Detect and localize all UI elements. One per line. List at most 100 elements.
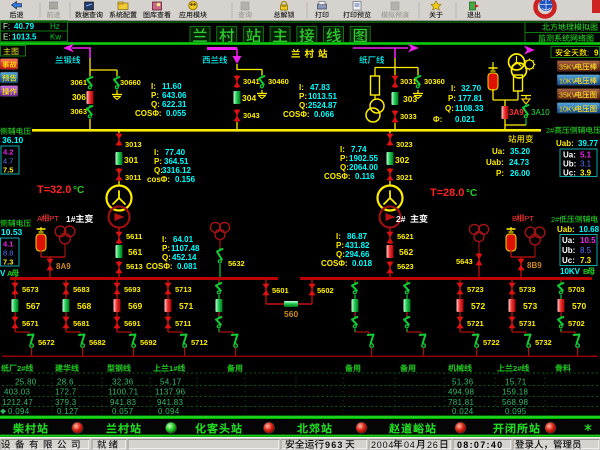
svg-text:°C: °C [466,188,477,199]
svg-text:5643: 5643 [456,257,473,266]
svg-text:5683: 5683 [73,285,90,294]
svg-text:2#: 2# [513,364,522,373]
svg-text:5672: 5672 [38,338,55,347]
svg-text:3063: 3063 [70,107,87,116]
svg-text:P:: P: [336,241,344,250]
svg-text:301: 301 [124,155,138,165]
svg-text:452.14: 452.14 [172,253,197,262]
svg-text:Uab:: Uab: [556,139,574,148]
svg-text:1100.71: 1100.71 [108,388,139,397]
svg-text:431.82: 431.82 [345,241,370,250]
svg-text:5713: 5713 [175,285,192,294]
svg-text:PT: PT [49,214,59,223]
svg-text:2524.87: 2524.87 [308,101,337,110]
svg-text:35KV: 35KV [559,92,577,100]
svg-text:Ua:: Ua: [562,236,575,245]
svg-text:Hz: Hz [50,22,60,31]
svg-text:P:: P: [496,169,504,178]
svg-text:Q:: Q: [299,101,308,110]
svg-text:3.1: 3.1 [580,160,592,169]
svg-text:5691: 5691 [124,319,141,328]
svg-text:1013.51: 1013.51 [308,92,337,101]
svg-text:64.01: 64.01 [173,235,194,244]
svg-text:P:: P: [340,154,348,163]
svg-text:0.116: 0.116 [355,172,375,181]
svg-text:941.83: 941.83 [157,398,184,407]
svg-text:3041: 3041 [243,77,260,86]
svg-text:573: 573 [523,301,537,311]
svg-text:P:: P: [448,94,456,103]
svg-text:28.6: 28.6 [57,378,74,387]
svg-text:7.3: 7.3 [580,256,592,265]
svg-text:28.0: 28.0 [443,187,464,199]
svg-text:7.74: 7.74 [351,145,367,154]
svg-text:Ua:: Ua: [563,151,576,160]
svg-text:5733: 5733 [519,285,536,294]
svg-text:0.094: 0.094 [158,407,180,416]
svg-text:403.03: 403.03 [4,388,31,397]
svg-text:7.5: 7.5 [3,166,13,175]
svg-text:941.83: 941.83 [110,398,137,407]
svg-text:30660: 30660 [120,78,141,87]
svg-text:10KV: 10KV [560,267,581,276]
svg-text:562: 562 [399,247,413,257]
svg-text:5611: 5611 [126,232,142,241]
svg-text:I:: I: [162,235,167,244]
svg-text:304: 304 [242,93,256,103]
svg-text:4.2: 4.2 [3,148,13,157]
svg-text:5671: 5671 [22,319,39,328]
svg-text:Q:: Q: [445,104,454,113]
svg-text:COSΦ:: COSΦ: [324,172,351,181]
svg-text:567: 567 [26,301,40,311]
svg-text:I:: I: [451,84,456,93]
svg-text:B: B [512,214,517,223]
svg-text:32.36: 32.36 [112,378,134,387]
svg-text:32.70: 32.70 [461,84,482,93]
svg-text:Φ:: Φ: [433,115,442,124]
svg-text:I:: I: [299,83,304,92]
svg-text:I:: I: [151,82,156,91]
svg-text:Uc:: Uc: [563,169,576,178]
svg-text:569: 569 [128,301,142,311]
svg-text:172.7: 172.7 [55,388,77,397]
svg-text:3043: 3043 [243,111,260,120]
svg-text:5673: 5673 [22,285,39,294]
svg-text:379.3: 379.3 [55,398,77,407]
svg-text:36.10: 36.10 [2,135,24,145]
svg-text:24.73: 24.73 [509,158,530,167]
svg-text:Ub:: Ub: [563,160,576,169]
svg-text:04: 04 [404,440,416,450]
svg-text:5732: 5732 [535,338,552,347]
svg-text:26.00: 26.00 [510,169,531,178]
svg-text:5692: 5692 [140,338,157,347]
svg-text:°C: °C [73,185,84,196]
svg-text:P:: P: [151,91,159,100]
svg-text:39.77: 39.77 [578,139,599,148]
svg-text:561: 561 [128,247,142,257]
svg-text:8B9: 8B9 [527,261,542,270]
svg-text:5711: 5711 [175,319,191,328]
svg-text:3316.12: 3316.12 [162,166,191,175]
svg-text:0.095: 0.095 [505,407,527,416]
svg-text:Ua:: Ua: [492,147,505,156]
svg-text:B: B [583,267,589,276]
svg-text:I:: I: [340,145,345,154]
svg-text:40.79: 40.79 [14,22,35,31]
svg-text:25.80: 25.80 [15,378,37,387]
svg-text:Uab:: Uab: [486,158,504,167]
svg-text:10.68: 10.68 [579,225,600,234]
svg-text:8A9: 8A9 [56,262,71,271]
svg-text:1013.5: 1013.5 [12,33,37,42]
svg-text:I:: I: [154,148,159,157]
svg-text:9: 9 [594,49,599,58]
svg-text:2#: 2# [396,214,406,224]
svg-text:5682: 5682 [89,338,106,347]
svg-text:77.40: 77.40 [165,148,186,157]
svg-text:0.066: 0.066 [314,110,335,119]
svg-text:E:: E: [3,33,11,42]
svg-text:Ub:: Ub: [562,246,575,255]
svg-text:4.1: 4.1 [3,240,13,249]
svg-text:cosΦ:: cosΦ: [147,175,170,184]
svg-text:1108.33: 1108.33 [455,104,484,113]
svg-text:568: 568 [77,301,91,311]
